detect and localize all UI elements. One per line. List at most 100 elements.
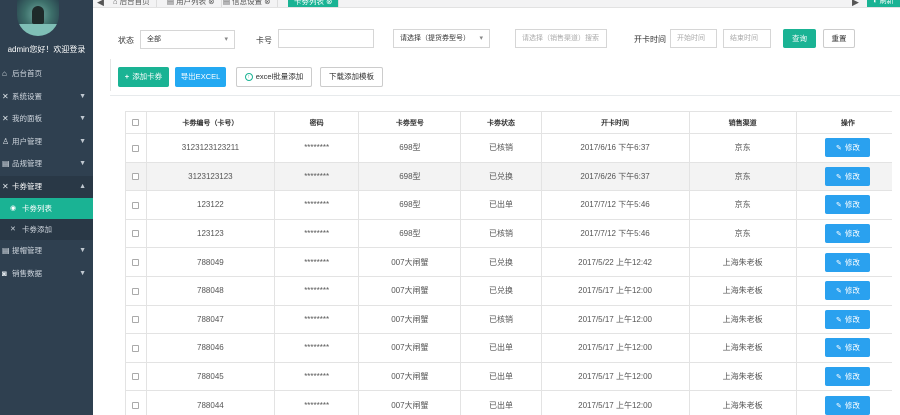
upload-icon: ↑	[244, 73, 253, 82]
card-no-cell: 788049	[145, 247, 275, 277]
edit-button[interactable]: ✎ 修改	[825, 224, 871, 244]
card-no-cell: 788048	[145, 275, 275, 306]
export-excel-button[interactable]: 导出EXCEL	[175, 67, 226, 87]
sidebar-item-tools[interactable]: ✕ 系统设置 ▼	[0, 86, 93, 109]
edit-button[interactable]: ✎ 修改	[825, 252, 871, 272]
edit-button[interactable]: ✎ 修改	[825, 195, 871, 215]
edit-button[interactable]: ✎ 修改	[825, 281, 871, 301]
row-checkbox[interactable]	[132, 259, 140, 267]
sidebar-item-sales[interactable]: ◙ 销售数据 ▼	[0, 263, 93, 286]
row-checkbox[interactable]	[132, 287, 140, 295]
open-time-cell: 2017/6/26 下午6:37	[540, 161, 690, 192]
table-row[interactable]: 788049 ******** 007大闸蟹 已兑换 2017/5/22 上午12:42…	[125, 247, 900, 277]
card-no-cell: 123123	[145, 218, 275, 249]
pencil-icon: ✎	[835, 173, 842, 181]
batch-add-button[interactable]: ↑ excel批量添加	[236, 67, 312, 87]
tab-1[interactable]: ▤ 用户列表 ⊗	[161, 0, 222, 7]
status-select[interactable]: 全部 ▾	[140, 30, 235, 49]
row-checkbox[interactable]	[132, 316, 140, 324]
pencil-icon: ✎	[835, 374, 842, 382]
row-checkbox[interactable]	[132, 402, 140, 410]
edit-label: 修改	[844, 171, 860, 181]
password-cell: ********	[273, 333, 360, 363]
table-row[interactable]: 123122 ******** 698型 已出单 2017/7/12 下午5:46 京东 ✎…	[125, 190, 900, 220]
col-password[interactable]: 密码	[273, 111, 360, 134]
model-cell: 007大闸蟹	[358, 247, 462, 277]
sidebar-subitem-label: 卡劵添加	[22, 225, 52, 234]
select-all-checkbox[interactable]	[132, 118, 140, 126]
col-model[interactable]: 卡劵型号	[358, 111, 462, 134]
start-time-input[interactable]: 开始时间	[670, 29, 717, 48]
edit-label: 修改	[844, 286, 860, 296]
status-cell: 已出单	[460, 361, 542, 392]
sales-icon: ◙	[2, 268, 7, 278]
table-row[interactable]: 788047 ******** 007大闸蟹 已核销 2017/5/17 上午12:00…	[125, 304, 900, 335]
edit-label: 修改	[844, 343, 860, 353]
type-select[interactable]: 请选择（提货券型号） ▾	[393, 29, 490, 48]
channel-cell: 上海朱老板	[688, 361, 797, 392]
sidebar-subitem-card-add[interactable]: ✕ 卡劵添加	[0, 219, 93, 240]
status-cell: 已兑换	[460, 161, 542, 192]
tab-forward-icon[interactable]: ▶	[852, 0, 859, 7]
row-checkbox[interactable]	[132, 344, 140, 352]
card-input[interactable]	[278, 29, 374, 48]
edit-button[interactable]: ✎ 修改	[825, 395, 871, 415]
tab-3[interactable]: 卡劵列表 ⊗	[288, 0, 340, 7]
sidebar-item-product[interactable]: ▤ 品规管理 ▼	[0, 153, 93, 176]
edit-button[interactable]: ✎ 修改	[825, 138, 871, 158]
sidebar-item-card[interactable]: ✕ 卡券管理 ▲	[0, 175, 93, 198]
row-checkbox[interactable]	[132, 373, 140, 381]
filter-bar: 状态 全部 ▾ 卡号 请选择（提货券型号） ▾ 请选择（销售渠道）搜索 开卡时间…	[93, 8, 900, 56]
row-select-cell	[125, 361, 147, 392]
card-icon: ✕	[2, 181, 9, 191]
table-row[interactable]: 3123123123211 ******** 698型 已核销 2017/6/16 下午…	[125, 133, 900, 163]
sidebar-item-user[interactable]: ♙ 用户管理 ▼	[0, 131, 93, 154]
sidebar-item-withdraw[interactable]: ▤ 提帽管理 ▼	[0, 240, 93, 263]
col-status[interactable]: 卡劵状态	[460, 111, 542, 134]
chevron-down-icon: ▾	[479, 35, 483, 42]
chevron-icon: ▼	[79, 160, 86, 167]
card-no-cell: 3123123123211	[145, 133, 275, 163]
tab-2[interactable]: ▤ 信息设置 ⊗	[217, 0, 278, 7]
channel-search-input[interactable]: 请选择（销售渠道）搜索	[515, 29, 607, 48]
sidebar-item-panel[interactable]: ✕ 我的面板 ▼	[0, 108, 93, 131]
row-checkbox[interactable]	[132, 201, 140, 209]
row-checkbox[interactable]	[132, 173, 140, 181]
open-time-cell: 2017/5/17 上午12:00	[540, 390, 690, 415]
edit-button[interactable]: ✎ 修改	[825, 367, 871, 387]
row-select-cell	[125, 390, 147, 415]
add-card-button[interactable]: + 添加卡券	[118, 67, 169, 87]
refresh-button[interactable]: ◐ 刷新	[867, 0, 900, 7]
edit-button[interactable]: ✎ 修改	[825, 309, 871, 329]
tab-0[interactable]: ⌂ 后台首页	[107, 0, 157, 7]
download-template-button[interactable]: 下载添加模板	[320, 67, 383, 87]
table-row[interactable]: 3123123123 ******** 698型 已兑换 2017/6/26 下午6:3…	[125, 161, 900, 192]
sidebar-item-home[interactable]: ⌂ 后台首页	[0, 63, 93, 86]
reset-button[interactable]: 重置	[823, 29, 855, 48]
tab-bar: ◀ ▶ ◐ 刷新 ⌂ 后台首页 ▤ 用户列表 ⊗ ▤ 信息设置 ⊗ 卡劵列表 ⊗	[93, 0, 900, 8]
scrollbar[interactable]	[892, 96, 900, 415]
row-select-cell	[125, 247, 147, 277]
table-row[interactable]: 788046 ******** 007大闸蟹 已出单 2017/5/17 上午12:00…	[125, 333, 900, 363]
avatar[interactable]	[17, 0, 59, 36]
col-card-no[interactable]: 卡劵编号（卡号）	[145, 111, 275, 134]
edit-button[interactable]: ✎ 修改	[825, 166, 871, 186]
pencil-icon: ✎	[835, 316, 842, 324]
table-row[interactable]: 788045 ******** 007大闸蟹 已出单 2017/5/17 上午12:00…	[125, 361, 900, 392]
row-checkbox[interactable]	[132, 144, 140, 152]
row-checkbox[interactable]	[132, 230, 140, 238]
row-select-cell	[125, 133, 147, 163]
edit-button[interactable]: ✎ 修改	[825, 338, 871, 358]
edit-label: 修改	[844, 400, 860, 410]
table-row[interactable]: 788048 ******** 007大闸蟹 已兑换 2017/5/17 上午12:00…	[125, 275, 900, 306]
col-open-time[interactable]: 开卡时间	[540, 111, 690, 134]
query-button[interactable]: 查询	[783, 29, 816, 48]
sidebar-subitem-card-list[interactable]: ◉ 卡劵列表	[0, 198, 93, 219]
table-row[interactable]: 123123 ******** 698型 已核销 2017/7/12 下午5:46 京东 ✎…	[125, 218, 900, 249]
password-cell: ********	[273, 133, 360, 163]
actions-cell: ✎ 修改	[795, 390, 900, 415]
table-row[interactable]: 788044 ******** 007大闸蟹 已出单 2017/5/17 上午12:00…	[125, 390, 900, 415]
col-channel[interactable]: 销售渠道	[688, 111, 797, 134]
end-time-input[interactable]: 结束时间	[723, 29, 771, 48]
tab-back-icon[interactable]: ◀	[97, 0, 104, 7]
